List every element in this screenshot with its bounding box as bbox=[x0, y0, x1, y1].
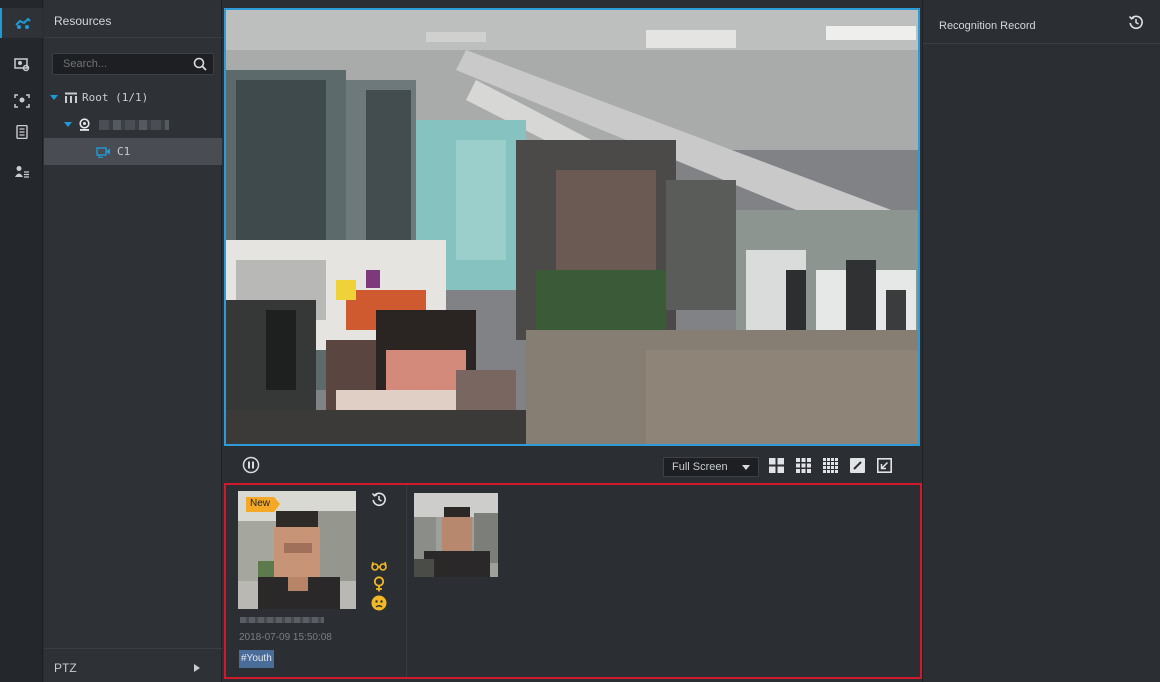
history-icon[interactable] bbox=[1128, 14, 1144, 30]
recognition-record-title: Recognition Record bbox=[923, 0, 1160, 44]
ptz-label: PTZ bbox=[54, 661, 77, 675]
search-input[interactable] bbox=[53, 54, 183, 74]
age-tag: #Youth bbox=[239, 650, 274, 668]
chevron-down-icon bbox=[742, 465, 750, 470]
tree-root-label: Root (1/1) bbox=[82, 91, 149, 104]
live-view-icon bbox=[14, 17, 31, 29]
tree-root[interactable]: Root (1/1) bbox=[44, 84, 222, 111]
live-video-view[interactable] bbox=[224, 8, 920, 446]
snapshot-panel: New 2018-07-09 15:50:08 #Youth bbox=[224, 483, 922, 679]
report-icon bbox=[15, 125, 28, 139]
rail-report[interactable] bbox=[0, 117, 43, 147]
face-capture-icon bbox=[13, 94, 30, 108]
rail-live-view[interactable] bbox=[0, 8, 43, 38]
face-search-icon bbox=[13, 58, 29, 72]
resources-panel: Resources Root (1/1) bbox=[44, 0, 222, 682]
ptz-section[interactable]: PTZ bbox=[44, 648, 222, 682]
face-snapshot-latest[interactable]: New bbox=[238, 491, 356, 609]
device-icon bbox=[79, 118, 90, 131]
resources-title: Resources bbox=[44, 0, 222, 38]
expand-caret-icon[interactable] bbox=[50, 95, 58, 100]
female-icon bbox=[373, 576, 385, 592]
tree-channel-c1[interactable]: C1 bbox=[44, 138, 222, 165]
fullscreen-select[interactable]: Full Screen bbox=[663, 457, 759, 477]
org-icon bbox=[65, 92, 77, 103]
expand-caret-icon[interactable] bbox=[64, 122, 72, 127]
snapshot-name-redacted bbox=[240, 617, 324, 623]
person-list-icon bbox=[14, 166, 29, 178]
layout-3x3-icon[interactable] bbox=[796, 458, 811, 473]
face-image bbox=[414, 493, 498, 577]
layout-4x4-icon[interactable] bbox=[823, 458, 838, 473]
fullscreen-label: Full Screen bbox=[672, 461, 728, 473]
new-badge: New bbox=[246, 497, 281, 512]
camera-channel-icon bbox=[96, 146, 110, 158]
expression-icon bbox=[371, 595, 387, 611]
tree-channel-label: C1 bbox=[117, 145, 131, 158]
device-name-redacted bbox=[99, 119, 169, 130]
layout-2x2-icon[interactable] bbox=[769, 458, 784, 473]
recognition-record-panel: Recognition Record bbox=[922, 0, 1160, 682]
glasses-icon bbox=[371, 561, 387, 571]
search-box bbox=[52, 53, 214, 75]
rail-person-list[interactable] bbox=[0, 157, 43, 187]
exit-window-icon[interactable] bbox=[877, 458, 892, 473]
rail-face-capture[interactable] bbox=[0, 86, 43, 116]
edit-layout-icon[interactable] bbox=[850, 458, 865, 473]
video-frame-image bbox=[226, 10, 918, 444]
snapshot-divider bbox=[406, 485, 407, 677]
face-snapshot-previous[interactable] bbox=[414, 493, 498, 577]
pause-icon[interactable] bbox=[242, 456, 260, 474]
expand-right-icon[interactable] bbox=[194, 664, 200, 672]
search-icon[interactable] bbox=[193, 57, 207, 71]
tree-device[interactable] bbox=[44, 111, 222, 138]
video-toolbar: Full Screen bbox=[224, 448, 920, 482]
snapshot-time: 2018-07-09 15:50:08 bbox=[239, 632, 332, 643]
rail-face-search[interactable] bbox=[0, 50, 43, 80]
app-window: Resources Root (1/1) bbox=[0, 0, 1160, 682]
left-nav-rail bbox=[0, 0, 43, 682]
history-icon[interactable] bbox=[371, 491, 387, 507]
